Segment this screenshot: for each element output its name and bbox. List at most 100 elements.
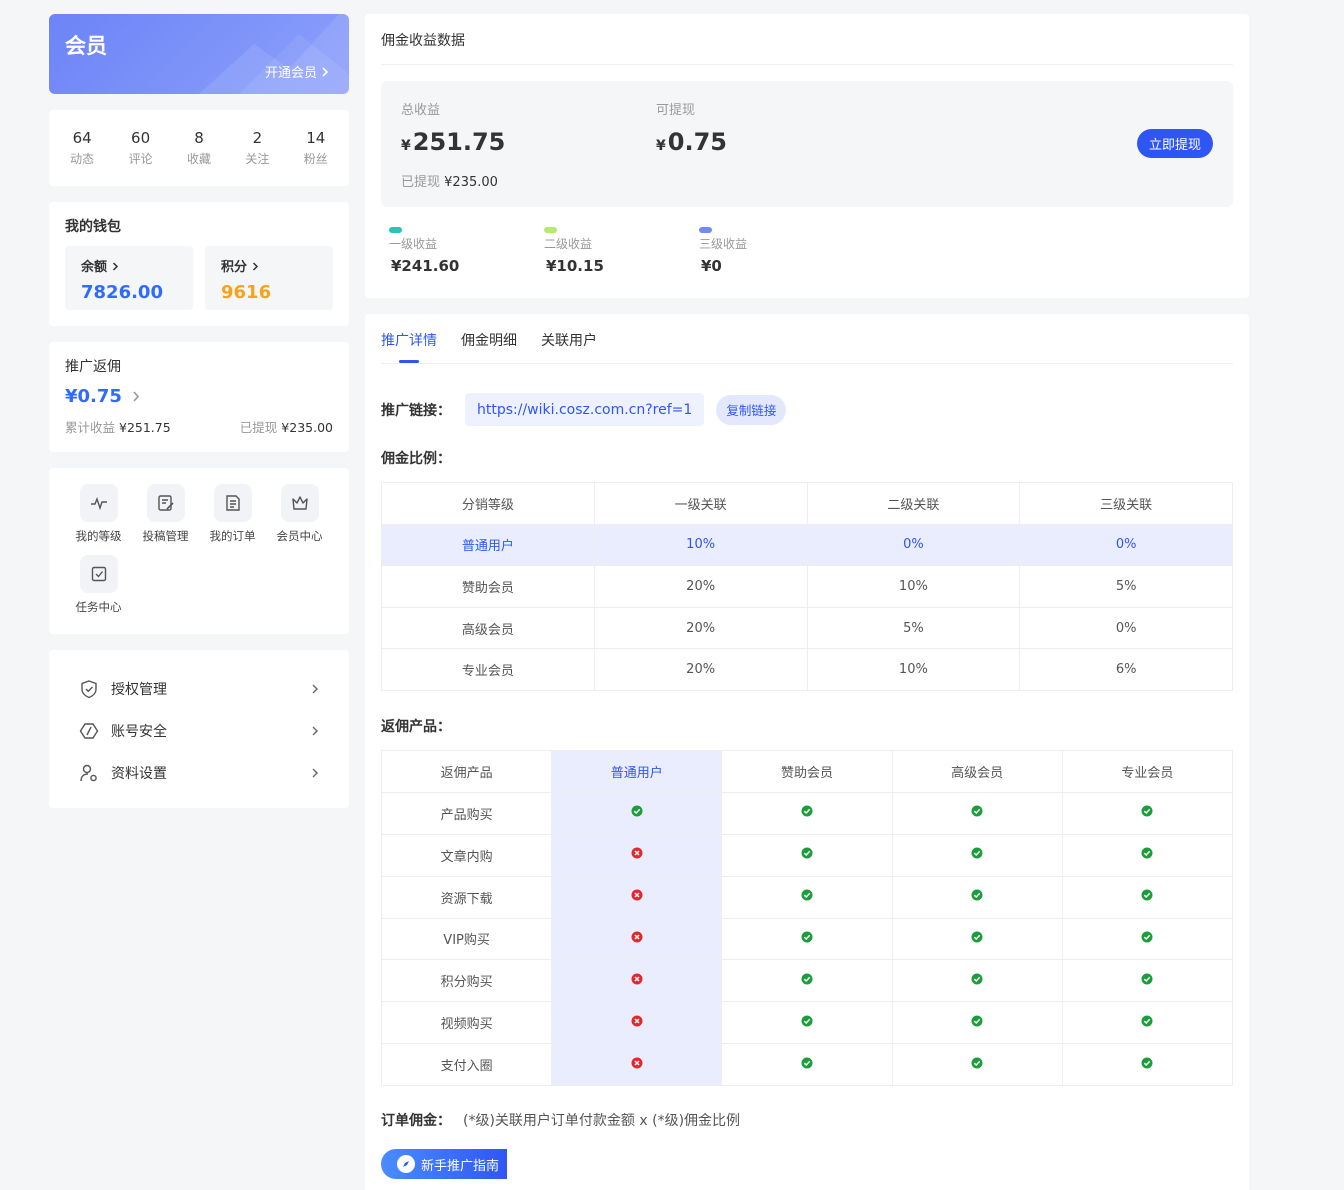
promotion-detail-card: 推广详情 佣金明细 关联用户 推广链接： https://wiki.cosz.c…: [365, 314, 1249, 1190]
menu-account-security[interactable]: 账号安全: [79, 710, 319, 752]
promo-total-value: ¥251.75: [119, 420, 171, 435]
table-header: 专业会员: [1061, 749, 1234, 793]
chevron-right-icon: [312, 768, 318, 778]
table-header: 一级关联: [593, 482, 808, 525]
table-row: 文章内购: [380, 833, 1234, 877]
promo-withdrawn-value: ¥235.00: [281, 420, 333, 435]
availability-cell: [891, 833, 1063, 877]
promo-total-label: 累计收益: [65, 420, 116, 435]
stat-posts[interactable]: 64 动态: [54, 129, 110, 167]
availability-cell: [1061, 791, 1234, 835]
quick-my-orders[interactable]: 我的订单: [199, 484, 266, 544]
level-label: 三级收益: [699, 237, 748, 251]
availability-cell: [1061, 1001, 1234, 1045]
check-circle-icon: [971, 889, 983, 905]
wallet-title: 我的钱包: [65, 219, 121, 235]
check-circle-icon: [801, 1057, 813, 1073]
availability-cell: [1061, 959, 1234, 1003]
availability-cell: [551, 875, 723, 919]
table-cell: 10%: [806, 648, 1021, 691]
stat-comments[interactable]: 60 评论: [113, 129, 169, 167]
level-1-earnings: 一级收益 ¥241.60: [389, 227, 544, 275]
chevron-right-icon: [133, 391, 140, 402]
stat-fans[interactable]: 14 粉丝: [288, 129, 344, 167]
availability-cell: [891, 875, 1063, 919]
balance-box[interactable]: 余额 7826.00: [65, 246, 193, 310]
table-cell: 0%: [1019, 523, 1233, 567]
withdrawn-label: 已提现: [401, 175, 441, 190]
stat-label: 粉丝: [303, 152, 328, 166]
table-cell: 20%: [593, 648, 808, 691]
checkbox-icon: [91, 566, 106, 582]
table-cell: 5%: [806, 606, 1021, 650]
table-cell: 6%: [1019, 648, 1233, 691]
table-row: 专业会员 20% 10% 6%: [381, 648, 1233, 691]
quick-task-center[interactable]: 任务中心: [65, 555, 132, 615]
tab-promotion-details[interactable]: 推广详情: [381, 330, 437, 363]
promo-withdrawn-label: 已提现: [239, 420, 278, 435]
level-value: ¥241.60: [391, 257, 460, 275]
hexagon-slash-icon: [79, 723, 99, 739]
member-banner[interactable]: 会员 开通会员: [49, 14, 349, 94]
availability-cell: [1061, 833, 1234, 877]
table-cell: 20%: [593, 565, 808, 608]
crown-icon: [291, 496, 308, 510]
compass-icon: [397, 1155, 415, 1174]
stat-following[interactable]: 2 关注: [229, 129, 285, 167]
availability-cell: [721, 1001, 893, 1045]
open-member-link[interactable]: 开通会员: [265, 62, 329, 81]
table-row: 普通用户 10% 0% 0%: [381, 523, 1233, 567]
check-circle-icon: [971, 973, 983, 989]
beginner-guide-button[interactable]: 新手推广指南: [381, 1149, 507, 1180]
detail-tabs: 推广详情 佣金明细 关联用户: [381, 330, 1233, 364]
availability-cell: [891, 917, 1063, 961]
table-header: 分销等级: [381, 482, 595, 525]
stat-favorites[interactable]: 8 收藏: [171, 129, 227, 167]
stat-num: 64: [72, 129, 92, 147]
total-earnings-label: 总收益: [401, 103, 441, 118]
tab-related-users[interactable]: 关联用户: [541, 330, 597, 363]
promo-title: 推广返佣: [65, 359, 121, 375]
pulse-icon: [90, 496, 107, 511]
availability-cell: [551, 1043, 723, 1087]
total-earnings-value: 251.75: [412, 128, 506, 156]
points-value: 9616: [221, 282, 272, 303]
menu-profile-settings[interactable]: 资料设置: [79, 752, 319, 794]
points-box[interactable]: 积分 9616: [205, 246, 333, 310]
stat-label: 关注: [245, 152, 270, 166]
tab-commission-details[interactable]: 佣金明细: [461, 330, 517, 363]
chevron-right-icon: [322, 66, 329, 77]
availability-cell: [551, 833, 723, 877]
quick-my-level[interactable]: 我的等级: [65, 484, 132, 544]
availability-cell: [891, 1001, 1063, 1045]
stat-label: 收藏: [186, 152, 211, 166]
cross-circle-icon: [631, 847, 643, 863]
promo-link-label: 推广链接：: [381, 402, 451, 419]
quick-label: 会员中心: [276, 529, 323, 543]
products-title: 返佣产品：: [381, 718, 451, 735]
copy-link-button[interactable]: 复制链接: [716, 394, 787, 425]
withdraw-now-button[interactable]: 立即提现: [1137, 129, 1213, 158]
stat-label: 评论: [128, 152, 153, 166]
level-label: 二级收益: [544, 237, 593, 251]
level-3-color-dot: [699, 227, 712, 233]
check-circle-icon: [801, 847, 813, 863]
table-header: 赞助会员: [721, 749, 893, 793]
cross-circle-icon: [631, 931, 643, 947]
right-column: 佣金收益数据 总收益 ¥251.75 可提现 ¥0.75 已提现 ¥235.00…: [365, 14, 1249, 1190]
quick-submissions[interactable]: 投稿管理: [132, 484, 199, 544]
table-cell: 0%: [1019, 606, 1233, 650]
promo-amount-link[interactable]: ¥0.75: [65, 386, 333, 407]
stat-num: 8: [194, 129, 204, 147]
promo-link-url[interactable]: https://wiki.cosz.com.cn?ref=1: [465, 393, 705, 426]
cross-circle-icon: [631, 973, 643, 989]
level-1-color-dot: [389, 227, 402, 233]
availability-cell: [551, 1001, 723, 1045]
check-circle-icon: [801, 931, 813, 947]
withdrawn-value: ¥235.00: [444, 175, 498, 190]
table-header: 三级关联: [1019, 482, 1233, 525]
formula-value: (*级)关联用户订单付款金额 x (*级)佣金比例: [463, 1113, 741, 1130]
quick-member-center[interactable]: 会员中心: [266, 484, 333, 544]
menu-auth-management[interactable]: 授权管理: [79, 668, 319, 710]
table-row: 资源下载: [380, 875, 1234, 919]
